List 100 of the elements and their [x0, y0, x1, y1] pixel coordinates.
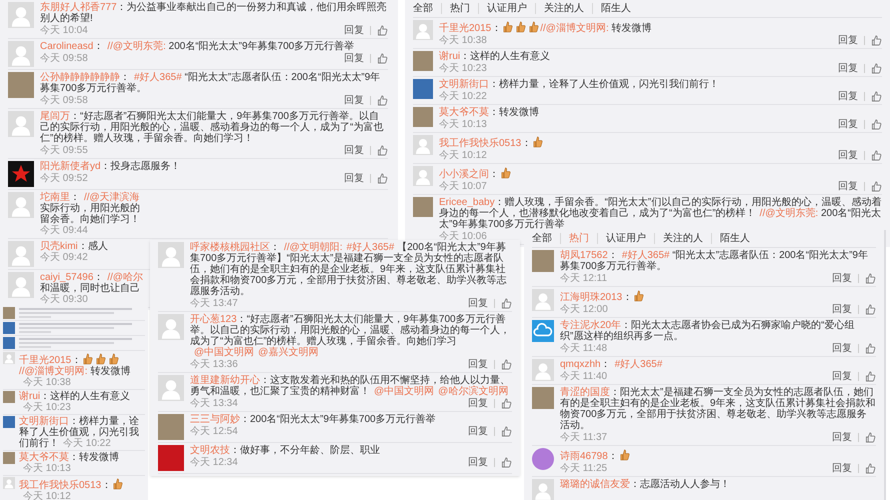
username-link[interactable]: 贝壳kimi	[40, 241, 78, 252]
reply-button[interactable]: 回复	[468, 426, 488, 437]
username-link[interactable]: 莫大爷不莫	[19, 452, 69, 463]
link[interactable]: @中国文明网	[194, 347, 254, 358]
like-icon[interactable]	[501, 359, 512, 370]
username-link[interactable]: 坨南里	[40, 192, 70, 203]
link[interactable]: @哈尔滨文明网	[438, 386, 508, 397]
like-icon[interactable]	[871, 35, 882, 46]
reply-button[interactable]: 回复	[344, 145, 364, 156]
username-link[interactable]: 文明农技	[190, 445, 230, 456]
link[interactable]: @中国文明网	[374, 386, 434, 397]
username-link[interactable]: 文明新街口	[19, 416, 69, 427]
filter-tab[interactable]: 认证用户	[597, 233, 654, 244]
like-icon[interactable]	[865, 432, 876, 443]
username-link[interactable]: 呼家楼核桃园社区	[190, 242, 270, 253]
username-link[interactable]: caiyi_57496	[40, 272, 94, 283]
like-icon[interactable]	[501, 426, 512, 437]
link[interactable]: @嘉兴文明网	[258, 347, 318, 358]
like-icon[interactable]	[377, 173, 388, 184]
link[interactable]: //@天津滨海	[84, 192, 140, 203]
filter-tab[interactable]: 陌生人	[592, 3, 639, 14]
reply-button[interactable]: 回复	[832, 432, 852, 443]
like-icon[interactable]	[377, 25, 388, 36]
reply-button[interactable]: 回复	[832, 304, 852, 315]
link[interactable]: #好人365#	[134, 72, 182, 83]
link[interactable]: #好人365#	[622, 250, 670, 261]
link[interactable]: //@文明东莞:	[107, 41, 166, 52]
like-icon[interactable]	[501, 398, 512, 409]
link[interactable]: #好人365#	[614, 359, 662, 370]
reply-button[interactable]: 回复	[838, 91, 858, 102]
reply-button[interactable]: 回复	[838, 181, 858, 192]
reply-button[interactable]: 回复	[838, 119, 858, 130]
like-icon[interactable]	[865, 343, 876, 354]
reply-button[interactable]: 回复	[344, 25, 364, 36]
like-icon[interactable]	[377, 53, 388, 64]
reply-button[interactable]: 回复	[468, 457, 488, 468]
link[interactable]: #好人365#	[346, 242, 394, 253]
like-icon[interactable]	[501, 457, 512, 468]
filter-tab[interactable]: 认证用户	[478, 3, 535, 14]
reply-button[interactable]: 回复	[468, 398, 488, 409]
username-link[interactable]: 莫大爷不莫	[439, 107, 489, 118]
username-link[interactable]: 青涩的国度	[560, 387, 610, 398]
reply-button[interactable]: 回复	[344, 95, 364, 106]
filter-tab[interactable]: 全部	[413, 3, 441, 14]
reply-button[interactable]: 回复	[344, 53, 364, 64]
filter-tab[interactable]: 陌生人	[711, 233, 758, 244]
link[interactable]: //@文明朝阳:	[284, 242, 342, 253]
like-icon[interactable]	[871, 63, 882, 74]
username-link[interactable]: 谢rui	[439, 51, 460, 62]
like-icon[interactable]	[865, 273, 876, 284]
link[interactable]: //@文明东莞:	[760, 208, 818, 219]
like-icon[interactable]	[871, 150, 882, 161]
like-icon[interactable]	[871, 181, 882, 192]
username-link[interactable]: 东朋好人祁香777	[40, 2, 117, 13]
filter-tab[interactable]: 热门	[560, 233, 597, 244]
username-link[interactable]: 公孙静静静静静静	[40, 72, 120, 83]
link[interactable]: //@淄博文明网:	[19, 366, 88, 377]
like-icon[interactable]	[871, 119, 882, 130]
username-link[interactable]: Ericee_baby	[439, 197, 495, 208]
username-link[interactable]: 小小溪之间	[439, 169, 489, 180]
like-icon[interactable]	[377, 145, 388, 156]
like-icon[interactable]	[865, 371, 876, 382]
username-link[interactable]: 谢rui	[19, 391, 40, 402]
username-link[interactable]: 璐璐的诚信友爱	[560, 479, 630, 490]
reply-button[interactable]: 回复	[838, 35, 858, 46]
reply-button[interactable]: 回复	[344, 173, 364, 184]
username-link[interactable]: 专注泥水20年	[560, 320, 622, 331]
username-link[interactable]: 阳光新使者yd	[40, 161, 101, 172]
filter-tab[interactable]: 关注的人	[654, 233, 711, 244]
username-link[interactable]: 千里光2015	[19, 355, 72, 366]
like-icon[interactable]	[501, 298, 512, 309]
reply-button[interactable]: 回复	[838, 150, 858, 161]
username-link[interactable]: 道里建新幼开心	[190, 375, 260, 386]
filter-tab[interactable]: 全部	[532, 233, 560, 244]
username-link[interactable]: Carolineasd	[40, 41, 94, 52]
reply-button[interactable]: 回复	[838, 63, 858, 74]
username-link[interactable]: 文明新街口	[439, 79, 489, 90]
reply-button[interactable]: 回复	[832, 273, 852, 284]
like-icon[interactable]	[871, 91, 882, 102]
reply-button[interactable]: 回复	[832, 343, 852, 354]
link[interactable]: //@淄博文明网:	[540, 23, 609, 34]
username-link[interactable]: 江海明珠2013	[560, 292, 622, 303]
reply-button[interactable]: 回复	[468, 359, 488, 370]
reply-button[interactable]: 回复	[832, 371, 852, 382]
filter-tab[interactable]: 关注的人	[535, 3, 592, 14]
like-icon[interactable]	[865, 304, 876, 315]
like-icon[interactable]	[865, 463, 876, 474]
username-link[interactable]: 三三与阿妙	[190, 414, 240, 425]
reply-button[interactable]: 回复	[832, 463, 852, 474]
username-link[interactable]: 开心葱123	[190, 314, 237, 325]
username-link[interactable]: 我工作我快乐0513	[439, 138, 522, 149]
username-link[interactable]: 千里光2015	[439, 23, 492, 34]
username-link[interactable]: 胡凤17562	[560, 250, 608, 261]
username-link[interactable]: 尾闾万	[40, 111, 70, 122]
username-link[interactable]: qmqxzhh	[560, 359, 601, 370]
username-link[interactable]: 诗雨46798	[560, 451, 608, 462]
like-icon[interactable]	[377, 95, 388, 106]
link[interactable]: //@哈尔	[107, 272, 144, 283]
username-link[interactable]: 我工作我快乐0513	[19, 480, 102, 491]
filter-tab[interactable]: 热门	[441, 3, 478, 14]
